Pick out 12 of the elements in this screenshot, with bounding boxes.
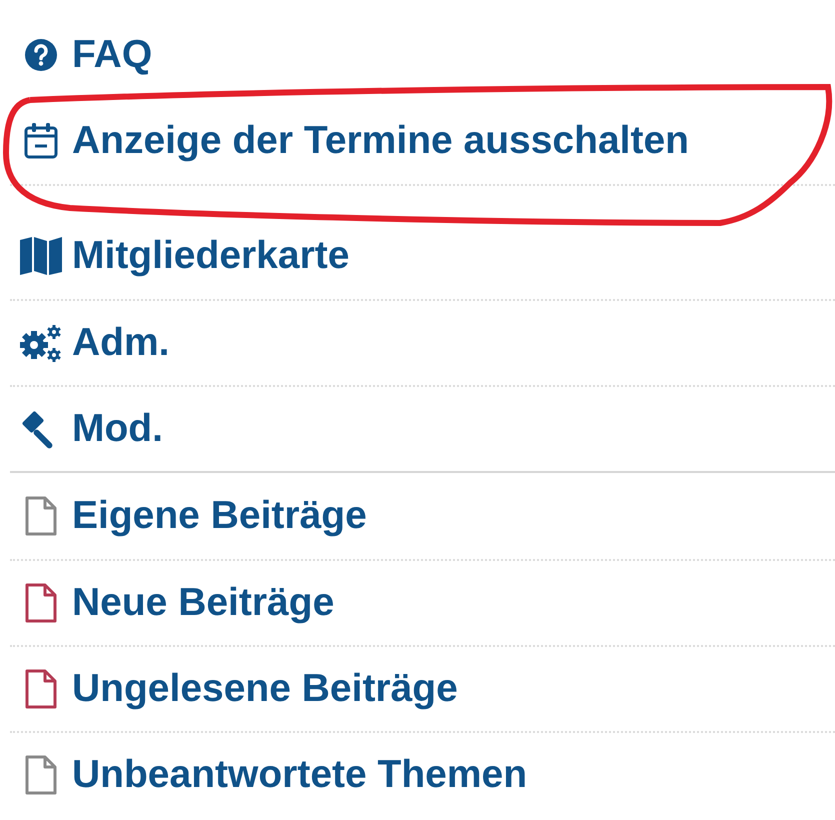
- menu-link[interactable]: Ungelesene Beiträge: [72, 660, 458, 718]
- calendar-icon: [23, 122, 59, 160]
- menu-link[interactable]: Eigene Beiträge: [72, 486, 367, 546]
- menu-link[interactable]: Adm.: [72, 314, 170, 372]
- menu-link[interactable]: Mod.: [72, 400, 163, 458]
- map-icon: [19, 236, 63, 276]
- menu-link[interactable]: Unbeantwortete Themen: [72, 746, 528, 804]
- question-icon: [23, 37, 59, 73]
- gears-icon: [19, 323, 63, 363]
- menu-link[interactable]: Neue Beiträge: [72, 574, 334, 632]
- menu-link[interactable]: FAQ: [72, 26, 152, 84]
- menu-link[interactable]: Mitgliederkarte: [72, 226, 350, 286]
